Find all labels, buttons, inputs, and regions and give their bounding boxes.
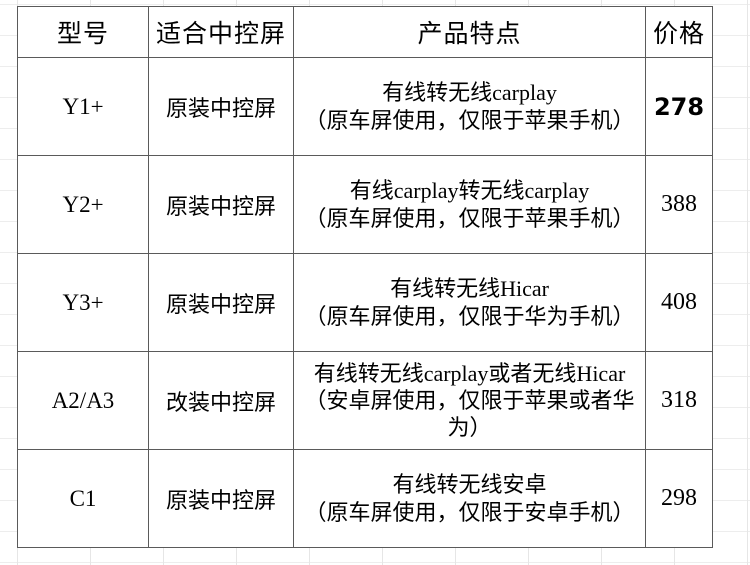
cell-price: 388 (645, 155, 713, 254)
cell-screen: 原装中控屏 (148, 449, 294, 548)
cell-feature: 有线carplay转无线carplay （原车屏使用，仅限于苹果手机） (293, 155, 646, 254)
feature-line-primary: 有线转无线Hicar (390, 276, 549, 302)
cell-screen: 改装中控屏 (148, 351, 294, 450)
cell-feature: 有线转无线carplay或者无线Hicar （安卓屏使用，仅限于苹果或者华为） (293, 351, 646, 450)
table-row: Y3+ 原装中控屏 有线转无线Hicar （原车屏使用，仅限于华为手机） 408 (17, 253, 713, 352)
cell-model: Y1+ (17, 57, 149, 156)
table-row: Y2+ 原装中控屏 有线carplay转无线carplay （原车屏使用，仅限于… (17, 155, 713, 254)
cell-price: 408 (645, 253, 713, 352)
cell-screen: 原装中控屏 (148, 57, 294, 156)
table-header-row: 型号 适合中控屏 产品特点 价格 (17, 6, 713, 58)
feature-line-secondary: （原车屏使用，仅限于华为手机） (304, 303, 635, 329)
feature-line-primary: 有线转无线carplay (382, 80, 557, 106)
cell-price: 318 (645, 351, 713, 450)
column-header-screen: 适合中控屏 (148, 6, 294, 58)
feature-line-secondary: （原车屏使用，仅限于安卓手机） (304, 499, 635, 525)
cell-model: Y3+ (17, 253, 149, 352)
cell-feature: 有线转无线安卓 （原车屏使用，仅限于安卓手机） (293, 449, 646, 548)
feature-line-secondary: （安卓屏使用，仅限于苹果或者华为） (304, 387, 635, 441)
feature-line-primary: 有线转无线carplay或者无线Hicar (313, 360, 626, 386)
cell-model: A2/A3 (17, 351, 149, 450)
column-header-feature: 产品特点 (293, 6, 646, 58)
cell-price: 278 (645, 57, 713, 156)
product-price-table: 型号 适合中控屏 产品特点 价格 Y1+ 原装中控屏 有线转无线carplay … (17, 6, 713, 548)
cell-feature: 有线转无线Hicar （原车屏使用，仅限于华为手机） (293, 253, 646, 352)
cell-feature: 有线转无线carplay （原车屏使用，仅限于苹果手机） (293, 57, 646, 156)
cell-model: Y2+ (17, 155, 149, 254)
cell-model: C1 (17, 449, 149, 548)
cell-screen: 原装中控屏 (148, 155, 294, 254)
cell-screen: 原装中控屏 (148, 253, 294, 352)
table-row: A2/A3 改装中控屏 有线转无线carplay或者无线Hicar （安卓屏使用… (17, 351, 713, 450)
feature-line-primary: 有线carplay转无线carplay (349, 178, 590, 204)
feature-line-secondary: （原车屏使用，仅限于苹果手机） (304, 205, 635, 231)
table-row: C1 原装中控屏 有线转无线安卓 （原车屏使用，仅限于安卓手机） 298 (17, 449, 713, 548)
cell-price: 298 (645, 449, 713, 548)
table-row: Y1+ 原装中控屏 有线转无线carplay （原车屏使用，仅限于苹果手机） 2… (17, 57, 713, 156)
feature-line-secondary: （原车屏使用，仅限于苹果手机） (304, 107, 635, 133)
price-table-container: 型号 适合中控屏 产品特点 价格 Y1+ 原装中控屏 有线转无线carplay … (17, 6, 713, 548)
feature-line-primary: 有线转无线安卓 (392, 472, 547, 498)
column-header-price: 价格 (645, 6, 713, 58)
column-header-model: 型号 (17, 6, 149, 58)
